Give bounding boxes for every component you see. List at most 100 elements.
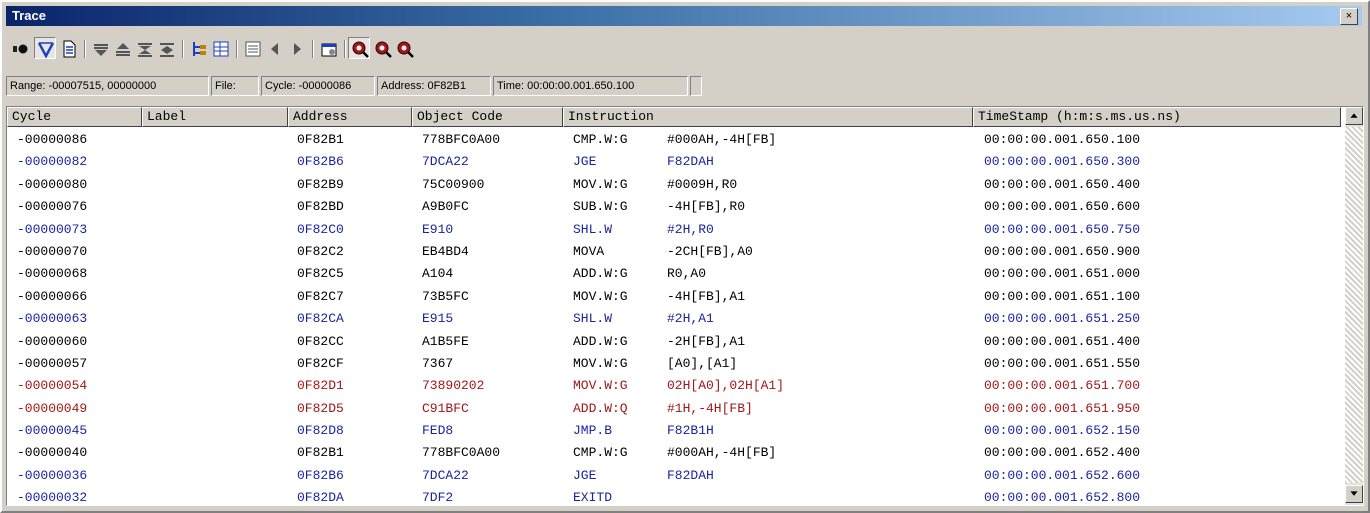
row-timestamp: 00:00:00.001.650.400 bbox=[984, 176, 1141, 192]
row-object-code: 778BFC0A00 bbox=[422, 445, 501, 461]
settings-icon[interactable] bbox=[318, 38, 340, 60]
table-row[interactable]: -00000080 0F82B9 75C00900 MOV.W:G #0009H,R0 0… bbox=[7, 174, 1341, 196]
row-mnemonic: JGE bbox=[573, 467, 597, 483]
row-timestamp: 00:00:00.001.650.100 bbox=[984, 132, 1141, 147]
zoom-out-icon[interactable] bbox=[372, 38, 394, 60]
row-cycle: -00000076 bbox=[17, 199, 88, 215]
table-row[interactable]: -00000036 0F82B6 7DCA22 JGE F82DAH 00:00:00.0… bbox=[7, 465, 1341, 487]
title-bar[interactable]: Trace × bbox=[6, 6, 1362, 26]
tree-icon[interactable] bbox=[188, 38, 210, 60]
table-row[interactable]: -00000082 0F82B6 7DCA22 JGE F82DAH 00:00:00.0… bbox=[7, 151, 1341, 173]
row-mnemonic: MOV.W:G bbox=[573, 355, 628, 371]
row-mnemonic: SUB.W:G bbox=[573, 199, 628, 215]
step-up-icon[interactable] bbox=[112, 38, 134, 60]
row-mnemonic: ADD.W:G bbox=[573, 333, 628, 349]
window-title: Trace bbox=[12, 8, 46, 23]
col-timestamp[interactable]: TimeStamp (h:m:s.ms.us.ns) bbox=[973, 107, 1341, 127]
row-mnemonic: EXITD bbox=[573, 490, 613, 506]
table-row[interactable]: -00000057 0F82CF 7367 MOV.W:G [A0],[A1] 00:00… bbox=[7, 353, 1341, 375]
right-arrow-icon[interactable] bbox=[286, 38, 308, 60]
row-operand: F82DAH bbox=[667, 154, 714, 170]
row-timestamp: 00:00:00.001.652.400 bbox=[984, 445, 1141, 461]
row-cycle: -00000060 bbox=[17, 333, 88, 349]
row-timestamp: 00:00:00.001.651.700 bbox=[984, 378, 1141, 394]
row-object-code: 778BFC0A00 bbox=[422, 132, 501, 147]
row-address: 0F82C5 bbox=[297, 266, 344, 282]
scroll-down-button[interactable] bbox=[1345, 485, 1363, 503]
row-mnemonic: JGE bbox=[573, 154, 597, 170]
row-cycle: -00000045 bbox=[17, 423, 88, 439]
filter-icon[interactable] bbox=[34, 37, 56, 59]
row-mnemonic: JMP.B bbox=[573, 423, 613, 439]
row-object-code: 7367 bbox=[422, 355, 454, 371]
close-button[interactable]: × bbox=[1340, 8, 1358, 25]
row-object-code: EB4BD4 bbox=[422, 243, 469, 259]
table-row[interactable]: -00000068 0F82C5 A104 ADD.W:G R0,A0 00:00:00.… bbox=[7, 263, 1341, 285]
row-operand: #000AH,-4H[FB] bbox=[667, 132, 777, 147]
table-row[interactable]: -00000040 0F82B1 778BFC0A00 CMP.W:G #000AH,-… bbox=[7, 442, 1341, 464]
table-row[interactable]: -00000066 0F82C7 73B5FC MOV.W:G -4H[FB],A1 00… bbox=[7, 286, 1341, 308]
table-row[interactable]: -00000063 0F82CA E915 SHL.W #2H,A1 00:00:00.0… bbox=[7, 308, 1341, 330]
table-row[interactable]: -00000070 0F82C2 EB4BD4 MOVA -2CH[FB],A0 00:0… bbox=[7, 241, 1341, 263]
trace-table[interactable]: Cycle Label Address Object Code Instruct… bbox=[6, 106, 1364, 506]
row-address: 0F82DA bbox=[297, 490, 344, 506]
row-timestamp: 00:00:00.001.652.800 bbox=[984, 490, 1141, 506]
row-address: 0F82B1 bbox=[297, 132, 344, 147]
table-row[interactable]: -00000060 0F82CC A1B5FE ADD.W:G -2H[FB],A1 00… bbox=[7, 331, 1341, 353]
row-address: 0F82D5 bbox=[297, 400, 344, 416]
row-cycle: -00000049 bbox=[17, 400, 88, 416]
table-row[interactable]: -00000045 0F82D8 FED8 JMP.B F82B1H 00:00:00.0… bbox=[7, 420, 1341, 442]
window-icon[interactable] bbox=[242, 38, 264, 60]
left-arrow-icon[interactable] bbox=[264, 38, 286, 60]
row-address: 0F82B6 bbox=[297, 154, 344, 170]
row-cycle: -00000057 bbox=[17, 355, 88, 371]
table-row[interactable]: -00000054 0F82D1 73890202 MOV.W:G 02H[A0],02… bbox=[7, 375, 1341, 397]
grid-icon[interactable] bbox=[210, 38, 232, 60]
status-file: File: bbox=[211, 76, 259, 96]
row-mnemonic: MOVA bbox=[573, 243, 605, 259]
table-row[interactable]: -00000049 0F82D5 C91BFC ADD.W:Q #1H,-4H[FB] 0… bbox=[7, 398, 1341, 420]
scroll-track[interactable] bbox=[1345, 127, 1363, 483]
row-object-code: E915 bbox=[422, 311, 454, 327]
row-object-code: 75C00900 bbox=[422, 176, 485, 192]
row-object-code: A104 bbox=[422, 266, 454, 282]
row-mnemonic: MOV.W:G bbox=[573, 378, 628, 394]
status-empty bbox=[690, 76, 702, 96]
row-mnemonic: SHL.W bbox=[573, 221, 613, 237]
row-address: 0F82D8 bbox=[297, 423, 344, 439]
row-address: 0F82D1 bbox=[297, 378, 344, 394]
row-operand: R0,A0 bbox=[667, 266, 707, 282]
table-row[interactable]: -00000032 0F82DA 7DF2 EXITD 00:00:00.001.652… bbox=[7, 487, 1341, 506]
row-object-code: A9B0FC bbox=[422, 199, 469, 215]
table-row[interactable]: -00000073 0F82C0 E910 SHL.W #2H,R0 00:00:00.0… bbox=[7, 219, 1341, 241]
row-operand: #2H,R0 bbox=[667, 221, 714, 237]
zoom-reset-icon[interactable] bbox=[394, 38, 416, 60]
table-row[interactable]: -00000076 0F82BD A9B0FC SUB.W:G -4H[FB],R0 00… bbox=[7, 196, 1341, 218]
expand-icon[interactable] bbox=[156, 38, 178, 60]
row-mnemonic: CMP.W:G bbox=[573, 132, 628, 147]
scroll-up-button[interactable] bbox=[1345, 107, 1363, 125]
col-address[interactable]: Address bbox=[288, 107, 412, 127]
trace-window: Trace × Range: -00007515, 00000000 File:… bbox=[0, 0, 1370, 513]
zoom-in-icon[interactable] bbox=[348, 37, 370, 59]
step-down-icon[interactable] bbox=[90, 38, 112, 60]
col-instruction[interactable]: Instruction bbox=[563, 107, 973, 127]
row-mnemonic: CMP.W:G bbox=[573, 445, 628, 461]
record-icon[interactable] bbox=[10, 38, 32, 60]
document-icon[interactable] bbox=[58, 38, 80, 60]
row-timestamp: 00:00:00.001.650.600 bbox=[984, 199, 1141, 215]
row-cycle: -00000073 bbox=[17, 221, 88, 237]
row-cycle: -00000054 bbox=[17, 378, 88, 394]
collapse-icon[interactable] bbox=[134, 38, 156, 60]
row-cycle: -00000070 bbox=[17, 243, 88, 259]
vertical-scrollbar[interactable] bbox=[1345, 107, 1363, 505]
col-object-code[interactable]: Object Code bbox=[412, 107, 563, 127]
col-label[interactable]: Label bbox=[142, 107, 288, 127]
table-header: Cycle Label Address Object Code Instruct… bbox=[7, 107, 1341, 127]
row-timestamp: 00:00:00.001.652.150 bbox=[984, 423, 1141, 439]
table-row[interactable]: -00000086 0F82B1 778BFC0A00 CMP.W:G #000AH,-… bbox=[7, 129, 1341, 151]
row-timestamp: 00:00:00.001.650.300 bbox=[984, 154, 1141, 170]
col-cycle[interactable]: Cycle bbox=[7, 107, 142, 127]
row-operand: #2H,A1 bbox=[667, 311, 714, 327]
row-cycle: -00000040 bbox=[17, 445, 88, 461]
